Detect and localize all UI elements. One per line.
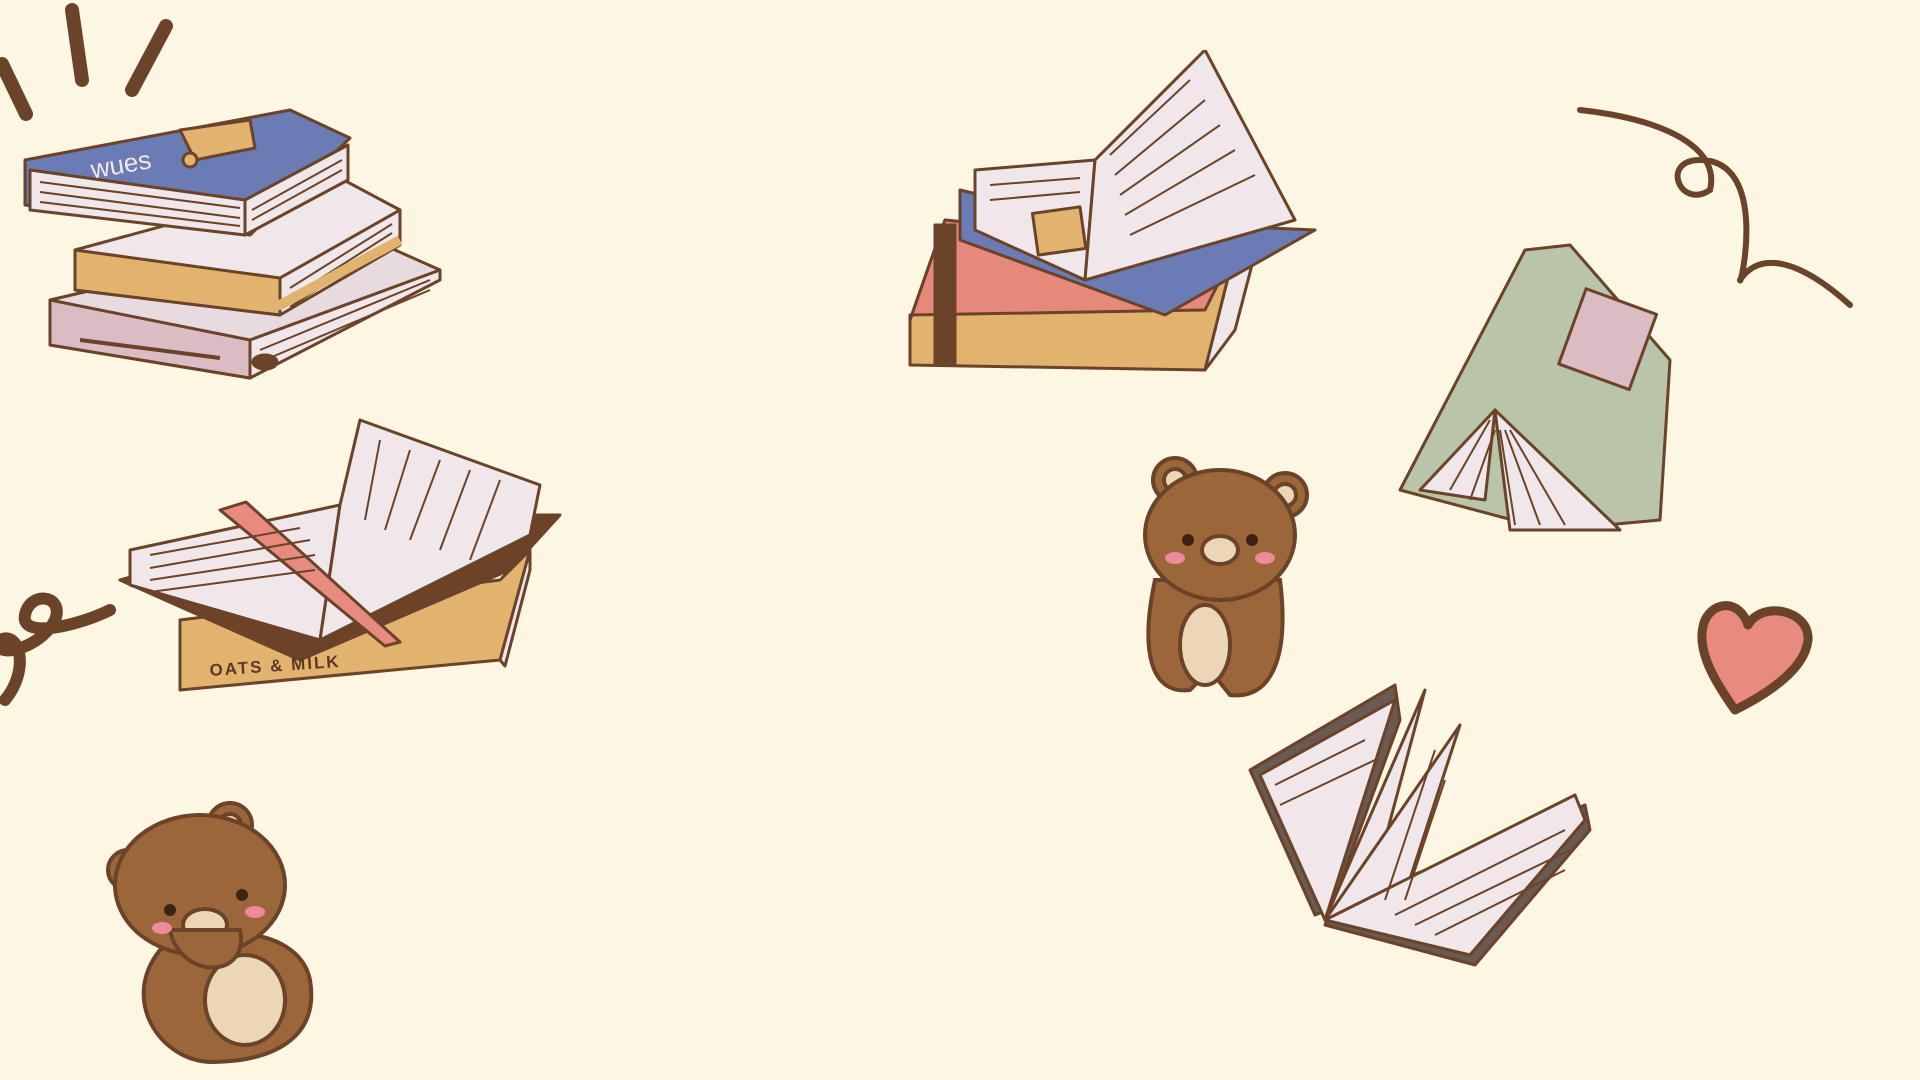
open-book-bookmark-illustration: OATS & MILK	[118, 418, 562, 692]
flipping-book-illustration	[1248, 683, 1592, 967]
swirl-left-icon	[0, 592, 116, 706]
canvas: wues OATS & MILK	[0, 0, 1920, 1080]
bear-sitting-illustration	[106, 801, 314, 1065]
bear-standing-illustration	[1143, 456, 1309, 698]
open-book-stack-illustration	[908, 50, 1317, 372]
book-stack-illustration: wues	[23, 108, 442, 380]
tented-book-illustration	[1398, 243, 1672, 532]
heart-icon	[1697, 601, 1813, 715]
